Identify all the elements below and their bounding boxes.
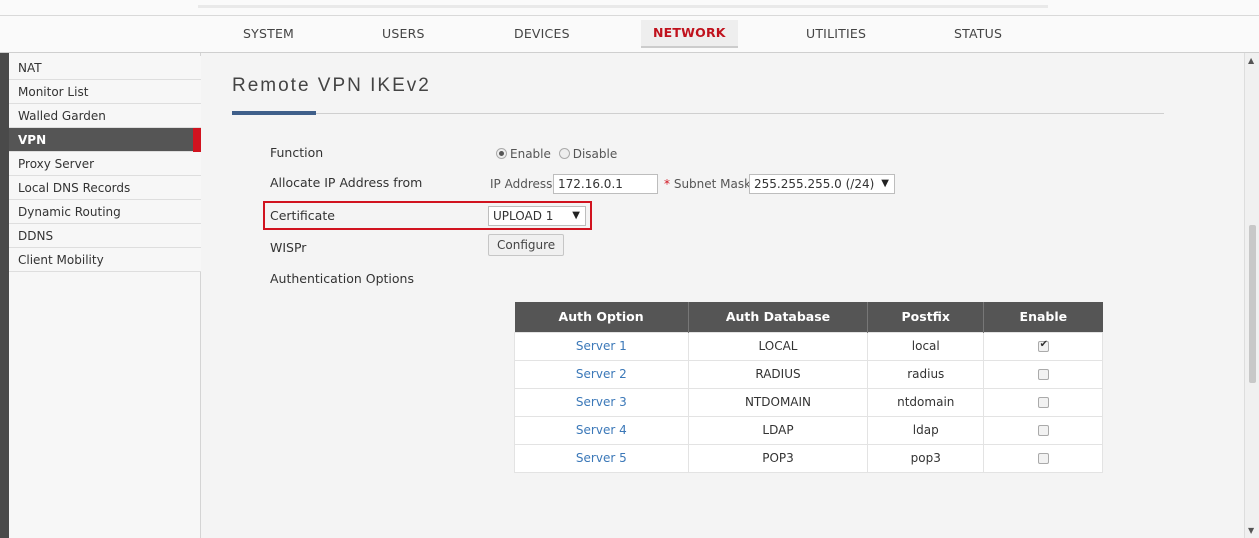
required-mark: * xyxy=(664,177,670,191)
function-radio-group: Enable Disable xyxy=(496,147,621,161)
enable-checkbox[interactable] xyxy=(1037,339,1049,352)
top-strip xyxy=(0,0,1259,16)
title-divider xyxy=(232,113,1164,114)
auth-database-cell: LOCAL xyxy=(687,331,869,361)
enable-radio-label: Enable xyxy=(510,147,551,161)
table-row: Server 4 LDAP ldap xyxy=(514,415,1103,445)
ip-address-input[interactable]: 172.16.0.1 xyxy=(553,174,658,194)
auth-options-table: Auth Option Auth Database Postfix Enable… xyxy=(514,302,1103,473)
auth-database-cell: LDAP xyxy=(687,415,869,445)
sidebar-item-walled-garden[interactable]: Walled Garden xyxy=(9,104,201,128)
nav-tab-system[interactable]: SYSTEM xyxy=(243,16,294,52)
disable-radio-label: Disable xyxy=(572,147,618,161)
arrow-up-icon[interactable]: ▲ xyxy=(1248,56,1254,65)
vertical-scrollbar[interactable]: ▲ ▼ xyxy=(1244,53,1259,538)
table-row: Server 3 NTDOMAIN ntdomain xyxy=(514,387,1103,417)
header-postfix: Postfix xyxy=(867,302,985,332)
sidebar-item-client-mobility[interactable]: Client Mobility xyxy=(9,248,201,272)
sidebar-item-nat[interactable]: NAT xyxy=(9,56,201,80)
header-auth-database: Auth Database xyxy=(688,302,869,332)
scroll-thumb[interactable] xyxy=(1249,225,1256,383)
disable-radio[interactable] xyxy=(558,148,570,159)
table-row: Server 2 RADIUS radius xyxy=(514,359,1103,389)
subnet-mask-select[interactable]: 255.255.255.0 (/24) ▼ xyxy=(749,174,895,194)
sidebar-item-ddns[interactable]: DDNS xyxy=(9,224,201,248)
postfix-cell: pop3 xyxy=(867,443,985,473)
allocate-ip-label: Allocate IP Address from xyxy=(270,175,423,190)
enable-cell xyxy=(983,331,1103,361)
enable-checkbox[interactable] xyxy=(1037,397,1049,408)
certificate-value: UPLOAD 1 xyxy=(493,209,554,223)
postfix-cell: radius xyxy=(867,359,985,389)
main-content: Remote VPN IKEv2 Function Enable Disable… xyxy=(202,53,1244,538)
ip-address-label: IP Address xyxy=(490,177,553,191)
postfix-cell: ldap xyxy=(867,415,985,445)
auth-option-link[interactable]: Server 1 xyxy=(514,331,689,361)
title-accent-bar xyxy=(232,111,316,115)
nav-tab-users[interactable]: USERS xyxy=(382,16,425,52)
postfix-cell: local xyxy=(867,331,985,361)
enable-cell xyxy=(983,415,1103,445)
certificate-label: Certificate xyxy=(270,208,335,223)
header-auth-option: Auth Option xyxy=(514,302,689,332)
nav-tab-status[interactable]: STATUS xyxy=(954,16,1002,52)
auth-options-label: Authentication Options xyxy=(270,271,414,286)
postfix-cell: ntdomain xyxy=(867,387,985,417)
enable-radio[interactable] xyxy=(496,148,507,159)
enable-checkbox[interactable] xyxy=(1037,425,1049,436)
chevron-down-icon: ▼ xyxy=(572,210,580,221)
sidebar-item-local-dns-records[interactable]: Local DNS Records xyxy=(9,176,201,200)
table-row: Server 5 POP3 pop3 xyxy=(514,443,1103,473)
page-title: Remote VPN IKEv2 xyxy=(232,75,431,96)
header-enable: Enable xyxy=(983,302,1103,332)
auth-option-link[interactable]: Server 4 xyxy=(514,415,689,445)
enable-cell xyxy=(983,359,1103,389)
nav-tab-devices[interactable]: DEVICES xyxy=(514,16,570,52)
nav-tab-utilities[interactable]: UTILITIES xyxy=(806,16,866,52)
sidebar-item-proxy-server[interactable]: Proxy Server xyxy=(9,152,201,176)
wispr-label: WISPr xyxy=(270,240,307,255)
sidebar-item-vpn[interactable]: VPN xyxy=(9,128,201,152)
subnet-mask-text: Subnet Mask xyxy=(673,177,752,191)
chevron-down-icon: ▼ xyxy=(881,178,889,189)
enable-cell xyxy=(983,443,1103,473)
arrow-down-icon[interactable]: ▼ xyxy=(1248,526,1254,535)
top-navigation: SYSTEM USERS DEVICES NETWORK UTILITIES S… xyxy=(0,16,1259,53)
enable-checkbox[interactable] xyxy=(1037,453,1049,464)
auth-option-link[interactable]: Server 2 xyxy=(514,359,689,389)
function-label: Function xyxy=(270,145,324,160)
table-header-row: Auth Option Auth Database Postfix Enable xyxy=(514,302,1103,332)
enable-checkbox[interactable] xyxy=(1037,369,1049,380)
auth-option-link[interactable]: Server 5 xyxy=(514,443,689,473)
table-row: Server 1 LOCAL local xyxy=(514,331,1103,361)
sidebar-item-dynamic-routing[interactable]: Dynamic Routing xyxy=(9,200,201,224)
subnet-mask-value: 255.255.255.0 (/24) xyxy=(754,177,875,191)
configure-button[interactable]: Configure xyxy=(488,234,565,256)
auth-option-link[interactable]: Server 3 xyxy=(514,387,689,417)
sidebar: NAT Monitor List Walled Garden VPN Proxy… xyxy=(9,53,201,538)
enable-cell xyxy=(983,387,1103,417)
auth-database-cell: NTDOMAIN xyxy=(687,387,869,417)
auth-database-cell: POP3 xyxy=(687,443,869,473)
sidebar-edge xyxy=(0,53,9,538)
subnet-mask-label: * Subnet Mask xyxy=(664,177,751,191)
sidebar-item-monitor-list[interactable]: Monitor List xyxy=(9,80,201,104)
top-strip-bar xyxy=(198,5,1048,8)
auth-database-cell: RADIUS xyxy=(687,359,869,389)
nav-tab-network[interactable]: NETWORK xyxy=(641,20,738,48)
certificate-select[interactable]: UPLOAD 1 ▼ xyxy=(488,206,586,226)
